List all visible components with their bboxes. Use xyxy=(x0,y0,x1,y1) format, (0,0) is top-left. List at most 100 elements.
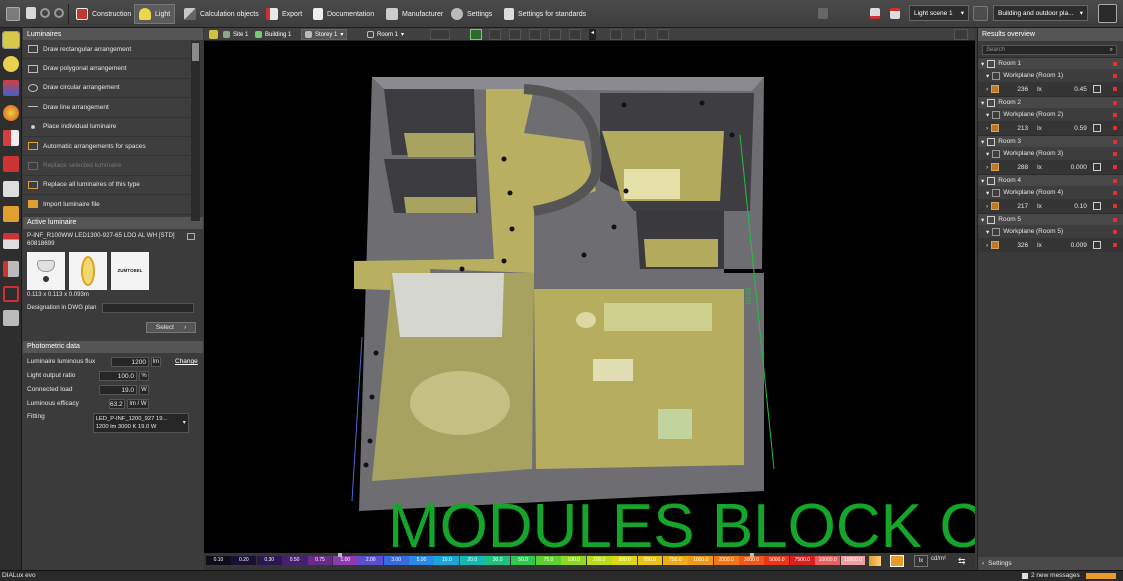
result-workplane-row[interactable]: ▾ Workplane (Room 1) xyxy=(978,69,1123,82)
chart-icon[interactable] xyxy=(1092,85,1101,93)
measure-button[interactable] xyxy=(634,29,646,40)
lor-field[interactable]: 100.0 xyxy=(99,370,137,381)
luminaire-info-icon[interactable] xyxy=(187,232,195,240)
menu-item-replace-all[interactable]: Replace all luminaires of this type xyxy=(23,175,191,196)
result-value-row[interactable]: › 326 lx 0.009 xyxy=(978,238,1123,252)
save-icon[interactable] xyxy=(26,7,36,19)
expand-triangle-icon[interactable]: › xyxy=(986,125,988,132)
result-room-row[interactable]: ▾ Room 5 xyxy=(978,213,1123,225)
scale-swatch-gradient[interactable] xyxy=(869,556,881,566)
view-preset-3-button[interactable] xyxy=(509,29,521,40)
arrangement-tool-icon[interactable] xyxy=(3,80,19,96)
collapse-triangle-icon[interactable]: ▾ xyxy=(981,216,984,224)
tab-construction[interactable]: Construction xyxy=(72,4,135,24)
result-room-row[interactable]: ▾ Room 3 xyxy=(978,135,1123,147)
chart-icon[interactable] xyxy=(1092,163,1101,171)
result-room-row[interactable]: ▾ Room 1 xyxy=(978,57,1123,69)
collapse-triangle-icon[interactable]: ▾ xyxy=(986,189,989,197)
frame-icon[interactable] xyxy=(3,286,19,302)
view-mode-dropdown[interactable]: Building and outdoor pla... ▾ xyxy=(993,5,1088,21)
menu-item-automatic-arrangements[interactable]: Automatic arrangements for spaces xyxy=(23,136,191,157)
unit-lx-button[interactable]: lx xyxy=(914,555,928,567)
unit-cd-label[interactable]: cd/m² xyxy=(931,556,946,562)
view-preset-2-button[interactable] xyxy=(489,29,501,40)
scale-left-marker-icon[interactable] xyxy=(338,553,342,557)
swap-arrows-icon[interactable]: ⇆ xyxy=(958,556,966,567)
chart-icon[interactable] xyxy=(1092,241,1101,249)
light-scene-dropdown[interactable]: Light scene 1 ▾ xyxy=(909,5,969,21)
layout-toggle-icon[interactable] xyxy=(1098,4,1117,23)
collapse-triangle-icon[interactable]: ▾ xyxy=(986,111,989,119)
collapse-triangle-icon[interactable]: ▾ xyxy=(986,228,989,236)
result-workplane-row[interactable]: ▾ Workplane (Room 3) xyxy=(978,147,1123,160)
expand-triangle-icon[interactable]: › xyxy=(986,164,988,171)
expand-triangle-icon[interactable]: › xyxy=(986,203,988,210)
result-room-row[interactable]: ▾ Room 2 xyxy=(978,96,1123,108)
tab-settings[interactable]: Settings xyxy=(447,4,496,24)
floor-view-button[interactable] xyxy=(470,29,482,40)
designation-input[interactable] xyxy=(102,302,195,313)
collapse-triangle-icon[interactable]: ▾ xyxy=(981,138,984,146)
view-preset-6-button[interactable] xyxy=(569,29,581,40)
add-scene-icon[interactable] xyxy=(890,8,900,19)
panel-scrollbar[interactable] xyxy=(191,41,200,221)
menu-item-place-individual[interactable]: Place individual luminaire xyxy=(23,117,191,137)
select-button[interactable]: Select › xyxy=(146,321,196,333)
results-search-input[interactable]: Search ⌕ xyxy=(982,45,1117,55)
zoom-extents-button[interactable] xyxy=(610,29,622,40)
tree-icon[interactable] xyxy=(3,310,19,326)
result-value-row[interactable]: › 213 lx 0.59 xyxy=(978,121,1123,135)
wrench-icon[interactable] xyxy=(3,181,19,197)
menu-item-draw-circular[interactable]: Draw circular arrangement xyxy=(23,78,191,99)
menu-item-draw-rectangular[interactable]: Draw rectangular arrangement xyxy=(23,40,191,60)
emergency-icon[interactable] xyxy=(3,130,19,146)
result-value-row[interactable]: › 217 lx 0.10 xyxy=(978,199,1123,213)
view-preset-4-button[interactable] xyxy=(529,29,541,40)
view-preset-5-button[interactable] xyxy=(549,29,561,40)
group-icon[interactable] xyxy=(3,233,19,249)
chart-icon[interactable] xyxy=(1092,202,1101,210)
snap-mode-button[interactable] xyxy=(430,29,450,40)
breadcrumb-building[interactable]: Building 1 xyxy=(252,29,294,40)
cad-3d-viewport[interactable]: 10.00 MODULES BLOCK C xyxy=(204,41,975,553)
efficacy-field[interactable]: 63.2 xyxy=(109,398,125,409)
tab-light[interactable]: Light xyxy=(134,4,176,24)
report-icon[interactable] xyxy=(3,261,19,277)
tab-manufacturer[interactable]: Manufacturer xyxy=(382,4,447,24)
luminaire-tool-icon[interactable] xyxy=(2,31,20,49)
light-distribution-diagram[interactable] xyxy=(69,251,107,290)
expand-triangle-icon[interactable]: › xyxy=(986,242,988,249)
display-settings-button[interactable] xyxy=(954,29,968,40)
breadcrumb-storey[interactable]: Storey 1 ▾ xyxy=(301,29,348,40)
load-field[interactable]: 19.0 xyxy=(99,384,137,395)
layers-icon[interactable] xyxy=(3,206,19,222)
scale-right-marker-icon[interactable] xyxy=(750,553,754,557)
scale-swatch-active[interactable] xyxy=(890,555,904,567)
chevron-left-icon[interactable]: ◂ xyxy=(589,29,596,40)
result-workplane-row[interactable]: ▾ Workplane (Room 4) xyxy=(978,186,1123,199)
messages-indicator[interactable]: 2 new messages xyxy=(1022,572,1080,579)
flux-field[interactable]: 1200 xyxy=(111,356,149,367)
collapse-triangle-icon[interactable]: ▾ xyxy=(981,60,984,68)
daylight-icon[interactable] xyxy=(3,156,19,172)
redo-icon[interactable] xyxy=(54,8,64,18)
breadcrumb-site[interactable]: Site 1 xyxy=(220,29,251,40)
chart-icon[interactable] xyxy=(1092,124,1101,132)
scrollbar-thumb[interactable] xyxy=(192,43,199,61)
change-link[interactable]: Change xyxy=(175,358,199,365)
breadcrumb-room[interactable]: Room 1 ▾ xyxy=(364,29,407,40)
tab-settings-for-standards[interactable]: Settings for standards xyxy=(500,4,590,24)
collapse-triangle-icon[interactable]: ▾ xyxy=(986,150,989,158)
tab-export[interactable]: Export xyxy=(262,4,306,24)
expand-triangle-icon[interactable]: › xyxy=(986,86,988,93)
dialux-logo-icon[interactable] xyxy=(6,7,20,21)
light-color-icon[interactable] xyxy=(3,105,19,121)
menu-item-draw-polygonal[interactable]: Draw polygonal arrangement xyxy=(23,59,191,79)
fitting-dropdown[interactable]: LED_P-INF_1200_927 19... 1200 lm 3000 K … xyxy=(92,412,189,433)
result-workplane-row[interactable]: ▾ Workplane (Room 2) xyxy=(978,108,1123,121)
tab-documentation[interactable]: Documentation xyxy=(309,4,378,24)
delete-scene-icon[interactable] xyxy=(870,8,880,19)
collapse-triangle-icon[interactable]: ▾ xyxy=(986,72,989,80)
floor-plan-render[interactable]: 10.00 MODULES BLOCK C xyxy=(204,41,975,553)
tab-calculation-objects[interactable]: Calculation objects xyxy=(180,4,263,24)
